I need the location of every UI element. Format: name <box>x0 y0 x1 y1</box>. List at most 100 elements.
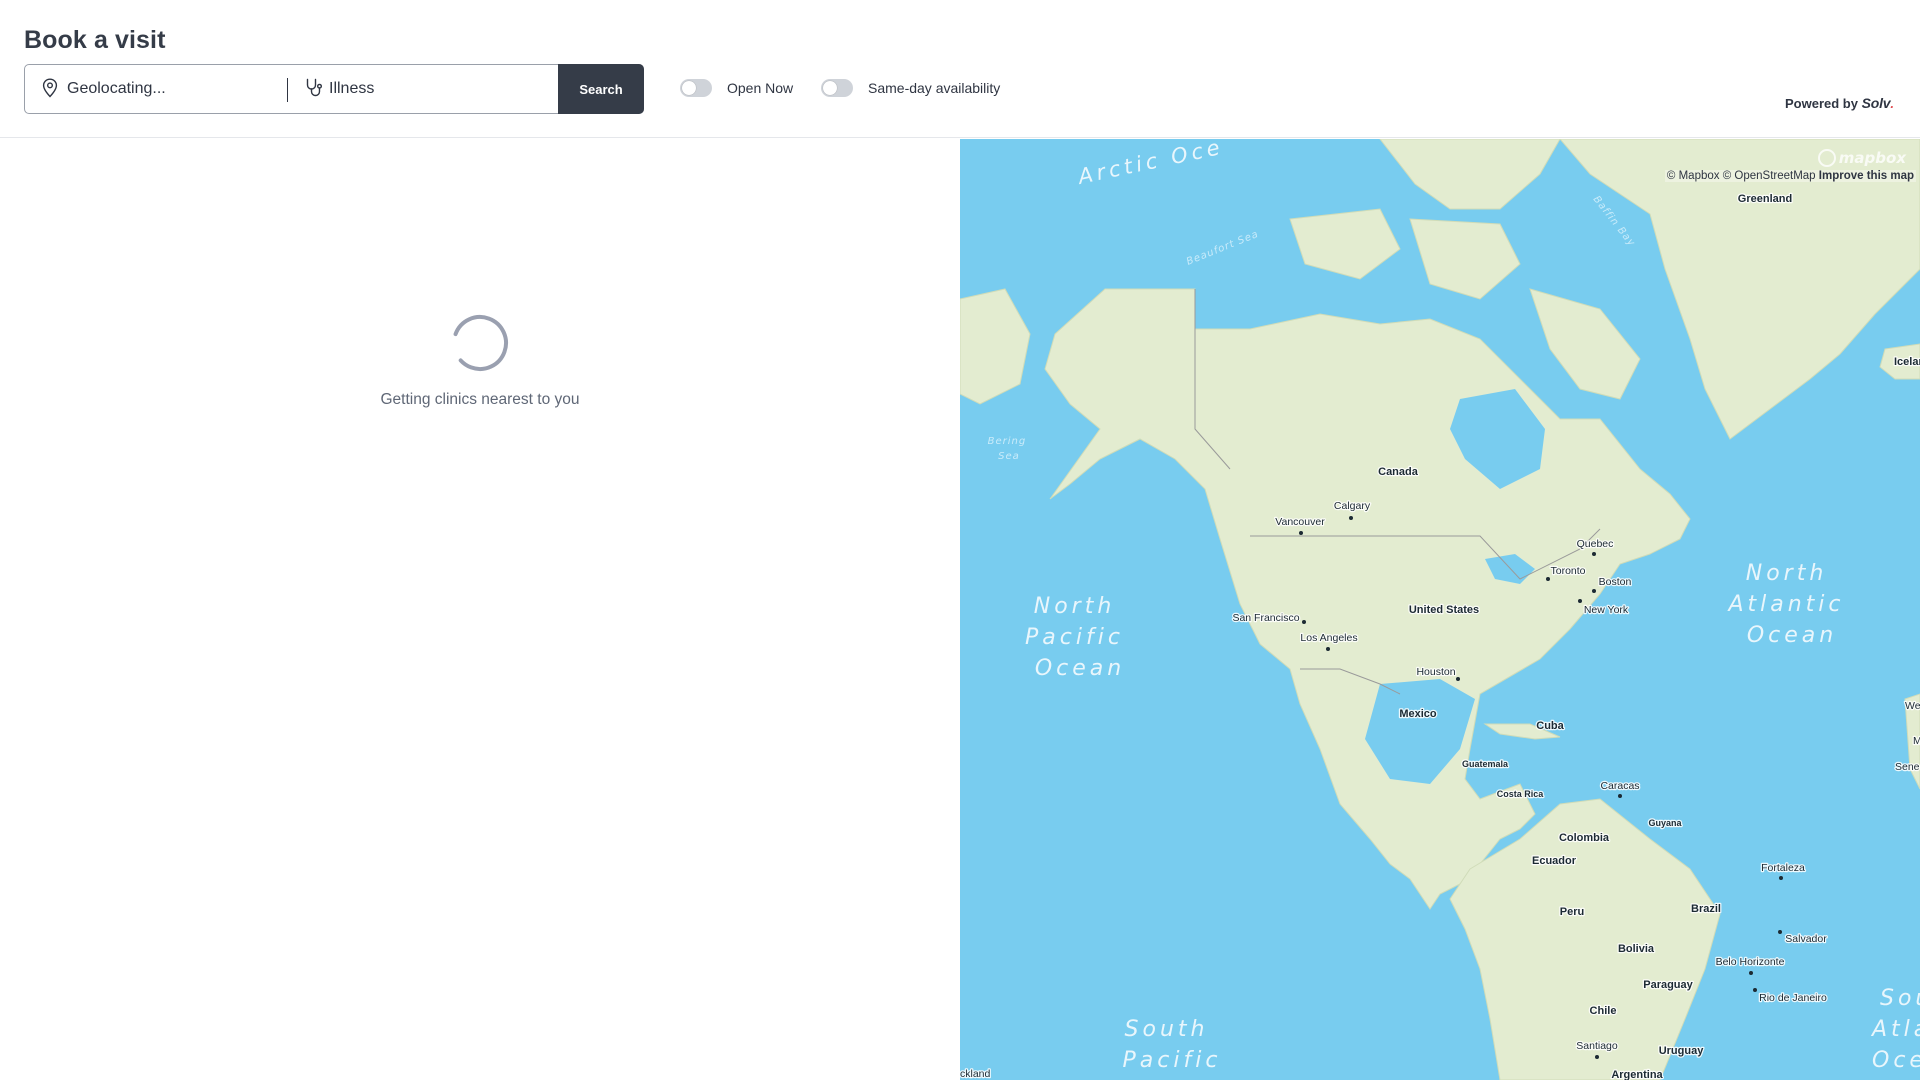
same-day-toggle[interactable]: Same-day availability <box>821 78 1000 98</box>
city-dot-boston <box>1592 589 1596 593</box>
country-paraguay: Paraguay <box>1643 979 1693 991</box>
city-ckland: ckland <box>960 1068 991 1080</box>
page-title: Book a visit <box>24 26 166 54</box>
sea-bering: Bering Sea <box>988 436 1031 462</box>
city-dot-belo-horizonte <box>1749 971 1753 975</box>
map-pin-icon <box>42 78 58 98</box>
country-guyana: Guyana <box>1648 818 1682 828</box>
map-canvas[interactable]: Arctic Oce North Pacific Ocean North Atl… <box>960 139 1920 1080</box>
ocean-north-pacific: North Pacific Ocean <box>1025 594 1135 681</box>
edge-label-we: We <box>1905 700 1920 712</box>
city-dot-vancouver <box>1299 531 1303 535</box>
city-calgary: Calgary <box>1334 500 1371 512</box>
loading-text: Getting clinics nearest to you <box>380 391 580 408</box>
ocean-north-atlantic: North Atlantic Ocean <box>1726 561 1855 648</box>
improve-map-link[interactable]: Improve this map <box>1819 170 1914 182</box>
city-vancouver: Vancouver <box>1275 516 1325 528</box>
mapbox-attribution[interactable]: © Mapbox <box>1667 170 1720 182</box>
osm-attribution[interactable]: © OpenStreetMap <box>1723 170 1816 182</box>
city-dot-toronto <box>1546 577 1550 581</box>
city-los-angeles: Los Angeles <box>1300 632 1357 644</box>
country-mexico: Mexico <box>1399 708 1437 720</box>
loading-spinner-icon <box>452 315 508 371</box>
city-rio-de-janeiro: Rio de Janeiro <box>1759 992 1827 1004</box>
switch-knob <box>682 81 696 95</box>
city-caracas: Caracas <box>1600 780 1639 792</box>
switch-knob <box>823 81 837 95</box>
same-day-switch[interactable] <box>821 79 853 97</box>
solv-logo: Solv <box>1861 95 1891 111</box>
city-fortaleza: Fortaleza <box>1761 862 1805 874</box>
city-houston: Houston <box>1416 666 1455 678</box>
city-dot-houston <box>1456 677 1460 681</box>
city-boston: Boston <box>1599 576 1632 588</box>
city-dot-calgary <box>1349 516 1353 520</box>
map[interactable]: Arctic Oce North Pacific Ocean North Atl… <box>960 139 1920 1080</box>
mapbox-logo[interactable]: mapbox <box>1817 149 1906 167</box>
location-input[interactable] <box>67 76 277 102</box>
search-button[interactable]: Search <box>558 64 644 114</box>
edge-label-m: M <box>1913 735 1920 747</box>
country-guatemala: Guatemala <box>1462 759 1509 769</box>
ocean-south-pacific: South Pacific <box>1123 1017 1222 1073</box>
sea-beaufort: Beaufort Sea <box>1185 229 1260 268</box>
stethoscope-icon <box>306 78 322 97</box>
location-field[interactable] <box>25 65 288 113</box>
city-dot-new-york <box>1578 599 1582 603</box>
city-dot-san-francisco <box>1302 620 1306 624</box>
land-arctic-islands-2 <box>1289 208 1401 280</box>
country-colombia: Colombia <box>1559 832 1610 844</box>
land-baffin <box>1529 288 1641 400</box>
city-dot-fortaleza <box>1779 876 1783 880</box>
results-panel: Getting clinics nearest to you <box>0 139 960 1080</box>
city-dot-los-angeles <box>1326 647 1330 651</box>
powered-by-prefix: Powered by <box>1785 96 1858 111</box>
solv-logo-dot: . <box>1890 96 1894 111</box>
city-salvador: Salvador <box>1785 933 1827 945</box>
city-dot-rio-de-janeiro <box>1753 988 1757 992</box>
land-siberia <box>960 288 1031 405</box>
country-chile: Chile <box>1590 1005 1617 1017</box>
city-dot-salvador <box>1778 930 1782 934</box>
sea-baffin: Baffin Bay <box>1591 194 1637 249</box>
city-quebec: Quebec <box>1577 538 1614 550</box>
open-now-label: Open Now <box>727 80 794 96</box>
same-day-label: Same-day availability <box>868 80 1001 96</box>
country-brazil: Brazil <box>1691 903 1721 915</box>
powered-by: Powered by Solv. <box>1785 95 1894 111</box>
reason-input[interactable] <box>329 76 569 102</box>
open-now-switch[interactable] <box>680 79 712 97</box>
header: Book a visit Search Open Now Same-day av… <box>0 0 1920 138</box>
country-canada: Canada <box>1378 466 1419 478</box>
city-santiago: Santiago <box>1576 1040 1618 1052</box>
country-united-states: United States <box>1409 604 1479 616</box>
open-now-toggle[interactable]: Open Now <box>680 78 793 98</box>
map-attribution: © Mapbox © OpenStreetMap Improve this ma… <box>1664 170 1916 182</box>
edge-label-sene: Sene <box>1895 761 1920 773</box>
city-toronto: Toronto <box>1550 565 1585 577</box>
city-dot-santiago <box>1595 1055 1599 1059</box>
country-greenland: Greenland <box>1738 193 1792 205</box>
ocean-arctic: Arctic Oce <box>1074 139 1226 189</box>
ocean-south-atlantic: Sou Atla Oce <box>1870 986 1920 1073</box>
land-arctic-islands-3 <box>1409 218 1521 300</box>
mapbox-mark-icon <box>1817 149 1836 167</box>
country-cuba: Cuba <box>1536 720 1564 732</box>
country-uruguay: Uruguay <box>1659 1045 1705 1057</box>
reason-field[interactable] <box>289 65 583 113</box>
city-belo-horizonte: Belo Horizonte <box>1716 956 1785 968</box>
country-argentina: Argentina <box>1611 1069 1663 1080</box>
city-dot-quebec <box>1592 552 1596 556</box>
city-san-francisco: San Francisco <box>1232 612 1299 624</box>
country-iceland: Iceland <box>1894 356 1920 368</box>
land-arctic-islands <box>1379 139 1561 210</box>
country-costa-rica: Costa Rica <box>1497 789 1545 799</box>
field-divider <box>287 78 288 102</box>
search-bar: Search <box>24 64 644 114</box>
country-bolivia: Bolivia <box>1618 943 1655 955</box>
city-dot-caracas <box>1618 794 1622 798</box>
country-ecuador: Ecuador <box>1532 855 1577 867</box>
country-peru: Peru <box>1560 906 1584 918</box>
city-new-york: New York <box>1584 604 1629 616</box>
mapbox-wordmark: mapbox <box>1838 149 1906 167</box>
